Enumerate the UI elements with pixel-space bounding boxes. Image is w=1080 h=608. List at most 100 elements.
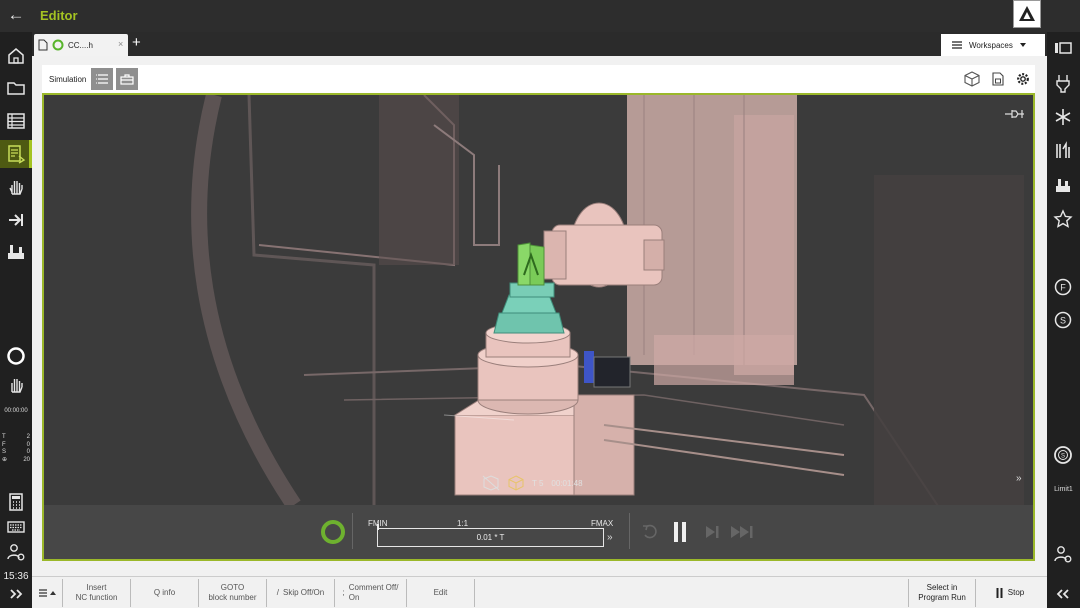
softkey-bar: Insert NC function Q info GOTO block num… <box>32 576 1047 608</box>
expand-double-chevron-icon[interactable] <box>0 580 32 608</box>
menu-toggle-icon <box>39 589 56 597</box>
right-sidebar: F S S <box>1047 32 1080 608</box>
machine-icon[interactable] <box>0 238 32 266</box>
simulation-control-bar: FMIN 1:1 FMAX 0.01 * T » <box>44 505 1033 559</box>
status-key-t: T <box>2 434 6 440</box>
simulation-title: Simulation <box>49 75 87 84</box>
stop-label: Stop <box>1007 588 1025 597</box>
stop-button[interactable]: Stop <box>976 579 1044 607</box>
program-run-icon[interactable] <box>0 206 32 234</box>
tab-label: CC....h <box>68 40 93 50</box>
tab-close-icon[interactable]: × <box>118 39 123 49</box>
toolbox-icon <box>120 74 134 85</box>
comment-toggle-button[interactable]: ; Comment Off/ On <box>335 579 407 607</box>
list-view-button[interactable] <box>91 68 113 90</box>
simulation-time: 00:01:48 <box>551 478 583 488</box>
cube-icon <box>964 71 980 87</box>
feed-ratio-label: 1:1 <box>457 519 469 528</box>
tab-row: CC....h × + Workspaces <box>32 32 1047 56</box>
insert-nc-function-button[interactable]: Insert NC function <box>63 579 131 607</box>
pause-icon[interactable] <box>672 521 688 543</box>
divider <box>352 513 353 549</box>
divider <box>629 513 630 549</box>
status-val-f: 0 <box>26 441 30 448</box>
feed-override-icon[interactable]: F <box>1047 273 1079 301</box>
single-step-icon[interactable] <box>704 524 720 540</box>
svg-text:S: S <box>1061 454 1065 460</box>
stop-bars-icon <box>996 588 1003 598</box>
status-val-s: 0 <box>26 449 30 455</box>
user-settings-icon[interactable] <box>0 538 32 566</box>
comment-label: Comment Off/ On <box>348 583 399 602</box>
coolant-snowflake-icon[interactable] <box>1047 103 1079 131</box>
tool-info-overlay: T 5 00:01:48 <box>482 475 583 491</box>
workspaces-label: Workspaces <box>969 40 1013 50</box>
status-key-s: S <box>2 449 7 455</box>
simulation-header: Simulation <box>42 65 1035 93</box>
tab-program-file[interactable]: CC....h × <box>34 34 128 56</box>
panel-icon[interactable] <box>1047 34 1079 62</box>
svg-text:S: S <box>1060 316 1066 326</box>
3d-view-button[interactable] <box>961 68 983 90</box>
manual-hand-icon[interactable] <box>0 173 32 201</box>
elapsed-time: 00:00:00 <box>4 408 28 414</box>
export-button[interactable] <box>987 68 1009 90</box>
feed-max-label: FMAX <box>591 519 614 528</box>
hand-status-icon <box>0 371 32 399</box>
skip-slash-icon: / <box>276 588 280 597</box>
calculator-icon[interactable] <box>0 488 32 516</box>
cube-icon <box>508 475 524 491</box>
keyboard-icon[interactable] <box>0 513 32 541</box>
edit-button[interactable]: Edit <box>407 579 475 607</box>
spindle-override-icon[interactable]: S <box>1047 306 1079 334</box>
status-ring-icon <box>52 39 64 51</box>
folder-icon[interactable] <box>0 74 32 102</box>
svg-text:F: F <box>1060 283 1066 293</box>
spindle-icon[interactable] <box>1047 69 1079 97</box>
gear-icon <box>1017 73 1029 85</box>
status-ring-icon <box>0 342 32 370</box>
caret-down-icon <box>1019 43 1026 47</box>
expand-down-chevron-icon[interactable]: » <box>1016 473 1022 484</box>
save-document-icon <box>992 72 1004 86</box>
double-chevron-right-icon[interactable]: » <box>607 532 613 543</box>
comment-semicolon-icon: ; <box>342 588 345 597</box>
editor-icon[interactable] <box>0 140 32 168</box>
home-icon[interactable] <box>0 42 32 70</box>
page-title: Editor <box>40 8 78 23</box>
simulation-viewport[interactable]: T 5 00:01:48 » <box>44 95 1033 516</box>
goto-block-button[interactable]: GOTO block number <box>199 579 267 607</box>
tools-icon[interactable] <box>1047 137 1079 165</box>
select-in-program-run-button[interactable]: Select in Program Run <box>908 579 976 607</box>
q-info-button[interactable]: Q info <box>131 579 199 607</box>
fast-forward-icon[interactable] <box>730 524 756 540</box>
skip-toggle-button[interactable]: / Skip Off/On <box>267 579 335 607</box>
settings-button[interactable] <box>1012 68 1034 90</box>
table-icon[interactable] <box>0 107 32 135</box>
simulation-status-ring-icon <box>321 520 345 544</box>
user-login-icon[interactable] <box>1047 540 1079 568</box>
machine-config-icon[interactable] <box>1047 171 1079 199</box>
skip-label: Skip Off/On <box>283 588 325 597</box>
status-key-f: F <box>2 441 6 448</box>
feed-slider-handle[interactable] <box>377 524 379 530</box>
status-val-t: 2 <box>26 434 30 440</box>
collapse-double-chevron-icon[interactable] <box>1047 580 1079 608</box>
document-icon <box>38 39 48 51</box>
reset-icon[interactable] <box>641 523 659 541</box>
star-favorites-icon[interactable] <box>1047 205 1079 233</box>
left-sidebar: 00:00:00 T2 F0 S0 ⊕ 20 15:36 <box>0 32 32 608</box>
softkey-menu-button[interactable] <box>34 579 63 607</box>
heidenhain-logo-icon <box>1013 0 1041 28</box>
add-tab-icon[interactable]: + <box>132 35 141 51</box>
pin-icon[interactable] <box>1004 107 1026 125</box>
status-key-datum: ⊕ <box>2 456 8 463</box>
feed-slider[interactable]: 0.01 * T <box>377 524 604 547</box>
speed-dial-icon[interactable]: S <box>1047 441 1079 469</box>
machine-3d-scene <box>44 95 1033 516</box>
back-arrow-icon[interactable]: ← <box>6 4 26 26</box>
toolbox-button[interactable] <box>116 68 138 90</box>
limit-label: Limit1 <box>1054 486 1073 493</box>
workspaces-dropdown[interactable]: Workspaces <box>941 34 1045 56</box>
hamburger-menu-icon <box>952 41 962 49</box>
